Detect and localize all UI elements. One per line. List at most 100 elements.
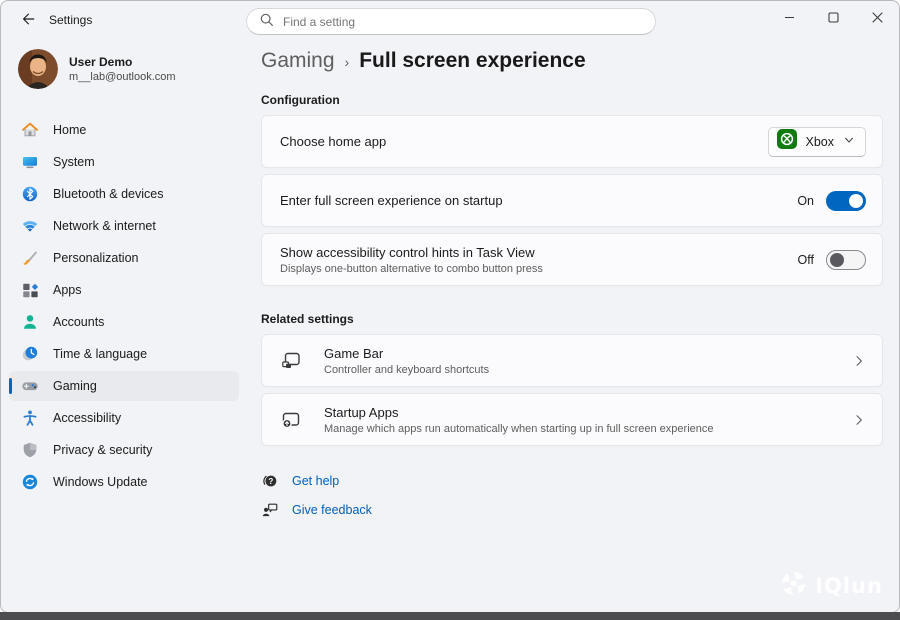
home-app-dropdown-value: Xbox [806,135,835,149]
time-language-icon [21,345,39,363]
sidebar-item-accounts[interactable]: Accounts [9,307,239,337]
sidebar-item-label: Windows Update [53,475,148,489]
avatar [18,49,58,89]
sidebar-item-apps[interactable]: Apps [9,275,239,305]
sidebar-item-windows-update[interactable]: Windows Update [9,467,239,497]
back-arrow-icon [20,11,36,32]
setting-row-accessibility-hints: Show accessibility control hints in Task… [261,233,883,286]
watermark: IQlun [780,570,883,602]
accessibility-hints-toggle[interactable] [826,250,866,270]
minimize-icon [784,12,795,23]
sidebar-item-label: Time & language [53,347,147,361]
window-controls [767,1,899,33]
search-box[interactable] [246,8,656,35]
sidebar-item-accessibility[interactable]: Accessibility [9,403,239,433]
get-help-link[interactable]: ? Get help [261,472,339,490]
feedback-icon [261,501,279,519]
user-profile[interactable]: User Demo m__lab@outlook.com [18,49,176,89]
setting-description: Displays one-button alternative to combo… [280,263,798,275]
app-title: Settings [49,13,92,27]
toggle-knob [830,253,844,267]
bluetooth-icon [21,185,39,203]
sidebar-item-label: Accounts [53,315,104,329]
minimize-button[interactable] [767,1,811,33]
breadcrumb-separator-icon: › [345,54,350,70]
sidebar-item-system[interactable]: System [9,147,239,177]
home-app-dropdown[interactable]: Xbox [768,127,867,157]
sidebar-item-label: Apps [53,283,82,297]
maximize-icon [828,12,839,23]
user-email: m__lab@outlook.com [69,71,176,83]
setting-label: Choose home app [280,134,768,149]
sidebar-item-label: Network & internet [53,219,156,233]
search-input[interactable] [283,15,645,29]
related-description: Manage which apps run automatically when… [324,423,840,435]
system-icon [21,153,39,171]
chevron-right-icon [852,413,866,427]
setting-row-choose-home-app: Choose home app Xbox [261,115,883,168]
gaming-icon [21,377,39,395]
privacy-icon [21,441,39,459]
window-bottom-edge [0,612,900,620]
sidebar-item-label: Personalization [53,251,138,265]
toggle-state-label: Off [798,253,814,267]
chevron-down-icon [843,133,855,151]
sidebar-item-label: Accessibility [53,411,121,425]
xbox-logo-icon [777,129,797,154]
accessibility-icon [21,409,39,427]
related-row-game-bar[interactable]: Game Bar Controller and keyboard shortcu… [261,334,883,387]
windows-update-icon [21,473,39,491]
apps-icon [21,281,39,299]
get-help-label: Get help [292,474,339,488]
sidebar-item-label: Bluetooth & devices [53,187,164,201]
chevron-right-icon [852,354,866,368]
back-button[interactable] [15,10,41,32]
accounts-icon [21,313,39,331]
main-content: Gaming › Full screen experience Configur… [261,47,883,530]
sidebar-item-personalization[interactable]: Personalization [9,243,239,273]
help-icon: ? [261,472,279,490]
setting-label: Show accessibility control hints in Task… [280,245,798,260]
sidebar-item-network[interactable]: Network & internet [9,211,239,241]
watermark-text: IQlun [815,574,883,598]
sidebar-item-label: Gaming [53,379,97,393]
breadcrumb: Gaming › Full screen experience [261,49,883,79]
sidebar-item-gaming[interactable]: Gaming [9,371,239,401]
sidebar-item-bluetooth[interactable]: Bluetooth & devices [9,179,239,209]
user-name: User Demo [69,55,176,69]
section-configuration-label: Configuration [261,93,883,107]
close-icon [872,12,883,23]
search-icon [259,12,274,32]
startup-apps-icon [280,409,302,431]
setting-label: Enter full screen experience on startup [280,193,797,208]
toggle-state-label: On [797,194,814,208]
sidebar-item-privacy[interactable]: Privacy & security [9,435,239,465]
home-icon [21,121,39,139]
svg-text:?: ? [268,477,273,486]
settings-window: Settings [0,0,900,613]
page-title: Full screen experience [359,49,585,73]
related-label: Startup Apps [324,405,840,420]
give-feedback-link[interactable]: Give feedback [261,501,372,519]
toggle-knob [849,194,863,208]
related-description: Controller and keyboard shortcuts [324,364,840,376]
maximize-button[interactable] [811,1,855,33]
sidebar-item-label: Home [53,123,86,137]
game-bar-icon [280,350,302,372]
sidebar-item-label: Privacy & security [53,443,152,457]
personalization-icon [21,249,39,267]
breadcrumb-parent[interactable]: Gaming [261,49,335,73]
sidebar: User Demo m__lab@outlook.com Home System [1,41,245,612]
sidebar-item-label: System [53,155,95,169]
related-row-startup-apps[interactable]: Startup Apps Manage which apps run autom… [261,393,883,446]
section-related-label: Related settings [261,312,883,326]
sidebar-nav: Home System Bluetooth & devices Network … [9,115,239,499]
related-label: Game Bar [324,346,840,361]
sidebar-item-time-language[interactable]: Time & language [9,339,239,369]
sidebar-item-home[interactable]: Home [9,115,239,145]
fullscreen-startup-toggle[interactable] [826,191,866,211]
help-links: ? Get help Give feedback [261,472,883,519]
give-feedback-label: Give feedback [292,503,372,517]
close-button[interactable] [855,1,899,33]
setting-row-fullscreen-startup: Enter full screen experience on startup … [261,174,883,227]
